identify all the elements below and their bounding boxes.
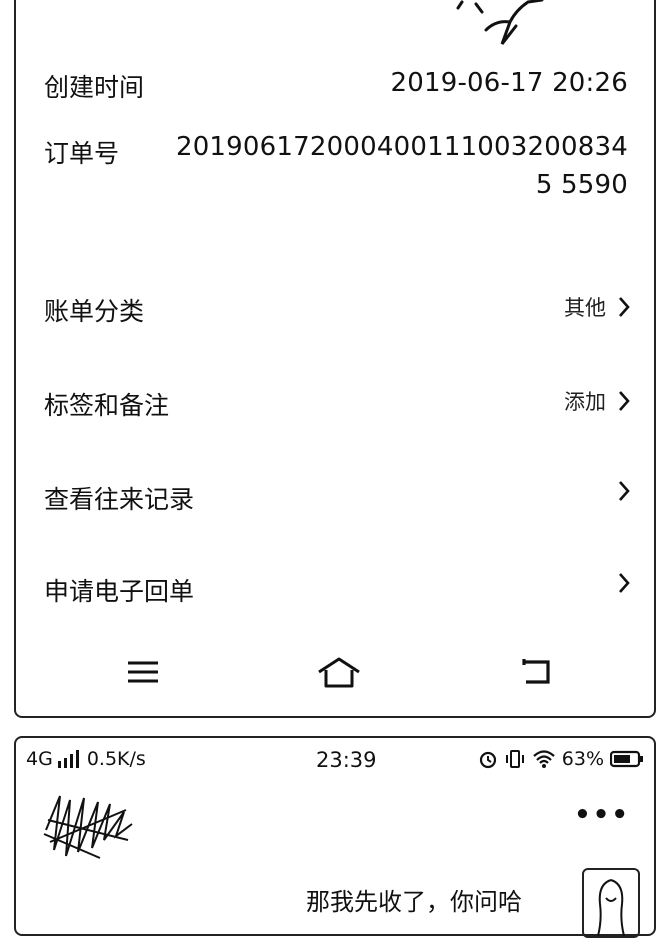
- transaction-history-row[interactable]: 查看往来记录: [44, 472, 630, 522]
- status-bar: 4G 0.5K/s 23:39 63%: [26, 746, 644, 774]
- tags-notes-row[interactable]: 标签和备注 添加: [44, 378, 630, 428]
- contact-avatar-scribble: [43, 795, 133, 859]
- bill-detail-panel: 创建时间 2019-06-17 20:26 订单号 20190617200040…: [14, 0, 656, 718]
- transaction-history-label: 查看往来记录: [44, 485, 195, 514]
- order-number-row: 订单号 2019061720004001110032008345 5590: [44, 132, 628, 206]
- system-nav-bar: [16, 652, 654, 696]
- vibrate-icon: [505, 750, 524, 768]
- created-time-label: 创建时间: [44, 73, 145, 102]
- chevron-right-icon: [619, 391, 630, 411]
- chevron-right-icon: [619, 297, 630, 317]
- nav-back-button[interactable]: [510, 652, 560, 692]
- order-number-label: 订单号: [44, 139, 120, 168]
- chevron-right-icon: [619, 481, 630, 501]
- user-avatar-image: [597, 879, 625, 936]
- created-time-value: 2019-06-17 20:26: [390, 68, 628, 98]
- tags-notes-value: 添加: [564, 390, 606, 414]
- order-number-value: 2019061720004001110032008345 5590: [175, 132, 628, 200]
- wifi-icon: [533, 750, 555, 768]
- more-options-button[interactable]: •••: [574, 800, 630, 830]
- tags-notes-label: 标签和备注: [44, 391, 170, 420]
- chat-screen-panel: 4G 0.5K/s 23:39 63% ••• 那我先收了，你问哈: [14, 736, 656, 938]
- alarm-icon: [479, 751, 496, 769]
- nav-home-button[interactable]: [314, 652, 364, 692]
- menu-icon: [128, 661, 158, 683]
- home-icon: [318, 657, 360, 688]
- bill-category-row[interactable]: 账单分类 其他: [44, 284, 630, 334]
- user-avatar[interactable]: [582, 868, 640, 938]
- chevron-right-icon: [619, 573, 630, 593]
- nav-menu-button[interactable]: [118, 652, 168, 692]
- bill-category-value: 其他: [564, 296, 606, 320]
- back-icon: [522, 659, 550, 684]
- bill-category-label: 账单分类: [44, 297, 145, 326]
- e-receipt-row[interactable]: 申请电子回单: [44, 564, 630, 614]
- network-type: 4G: [26, 748, 53, 770]
- e-receipt-label: 申请电子回单: [44, 577, 195, 606]
- battery-percent: 63%: [561, 748, 604, 770]
- battery-icon: [610, 750, 643, 768]
- signal-icon: [57, 750, 79, 768]
- network-speed: 0.5K/s: [86, 748, 146, 770]
- status-time: 23:39: [316, 748, 377, 772]
- signature-scribble: [456, 0, 544, 45]
